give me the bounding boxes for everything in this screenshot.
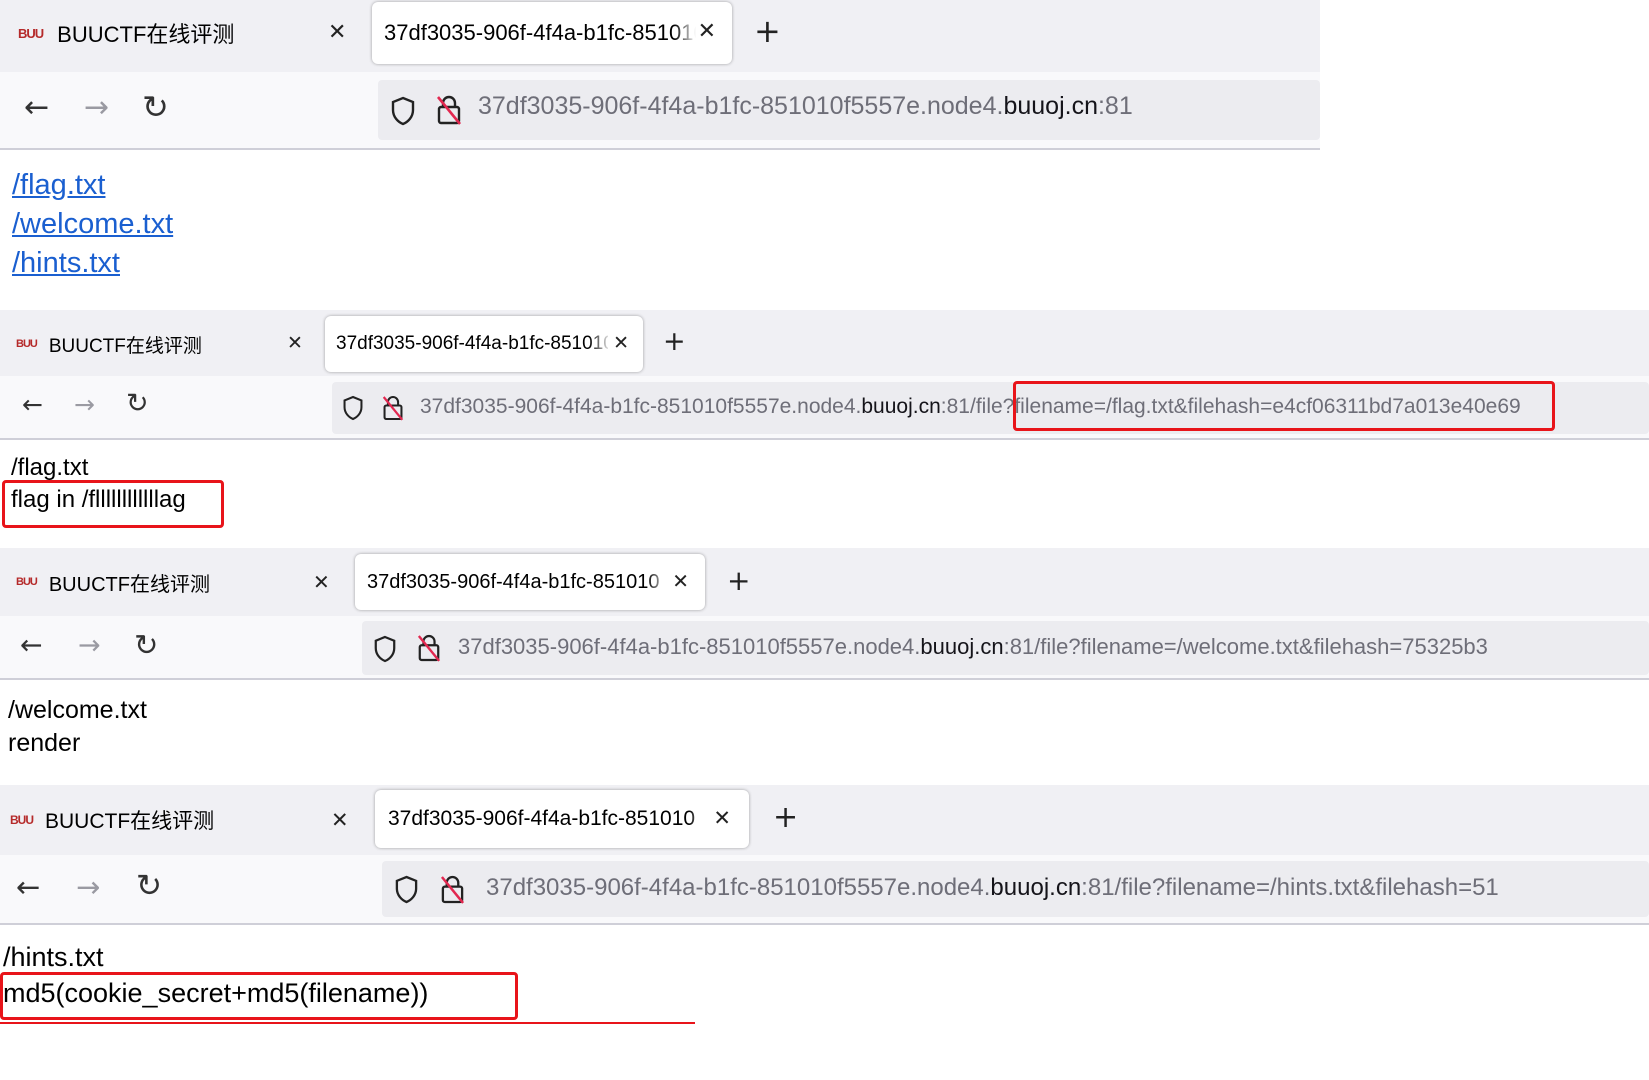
new-tab-button[interactable]: +	[663, 326, 686, 357]
tab-title: 37df3035-906f-4f4a-b1fc-851010	[336, 333, 608, 354]
forward-button[interactable]: →	[84, 90, 109, 125]
insecure-lock-icon[interactable]	[417, 633, 441, 663]
new-tab-button[interactable]: +	[773, 800, 798, 835]
tab-title: 37df3035-906f-4f4a-b1fc-851010	[367, 570, 660, 593]
buuctf-favicon-icon: BUU	[10, 813, 34, 827]
tab-buuctf[interactable]: BUU BUUCTF在线评测	[18, 18, 358, 48]
nav-bar: ← → ↻ 37df3035-906f-4f4a-b1fc-851010f555…	[0, 855, 1649, 925]
back-button[interactable]: ←	[16, 870, 40, 904]
tab-active[interactable]: 37df3035-906f-4f4a-b1fc-851010 ✕	[372, 2, 732, 64]
page-content: /welcome.txt render	[0, 680, 1649, 778]
shield-icon[interactable]	[373, 635, 397, 663]
file-content-text: render	[8, 729, 81, 757]
url-port: :81	[940, 395, 970, 418]
url-domain: buuoj.cn	[990, 874, 1082, 901]
link-welcome-txt[interactable]: /welcome.txt	[12, 205, 173, 244]
close-tab-icon[interactable]: ✕	[672, 569, 689, 593]
highlight-box-content	[0, 972, 518, 1020]
shield-icon[interactable]	[342, 395, 364, 421]
tab-bar: BUU BUUCTF在线评测 ✕ 37df3035-906f-4f4a-b1fc…	[0, 310, 1649, 376]
new-tab-button[interactable]: +	[754, 12, 781, 50]
browser-panel-4: BUU BUUCTF在线评测 ✕ 37df3035-906f-4f4a-b1fc…	[0, 785, 1649, 1080]
shield-icon[interactable]	[390, 96, 416, 126]
nav-bar: ← → ↻ 37df3035-906f-4f4a-b1fc-851010f555…	[0, 376, 1649, 440]
tab-active[interactable]: 37df3035-906f-4f4a-b1fc-851010 ✕	[375, 790, 749, 848]
url-port: :81	[1081, 874, 1115, 901]
url-subdomain: 37df3035-906f-4f4a-b1fc-851010f5557e.nod…	[486, 874, 991, 901]
close-tab-icon[interactable]: ✕	[698, 19, 716, 44]
close-tab-icon[interactable]: ✕	[331, 808, 349, 832]
tab-bar: BUU BUUCTF在线评测 ✕ 37df3035-906f-4f4a-b1fc…	[0, 548, 1649, 616]
tab-title: 37df3035-906f-4f4a-b1fc-851010	[384, 20, 696, 45]
url-text: 37df3035-906f-4f4a-b1fc-851010f5557e.nod…	[458, 634, 1488, 660]
close-tab-icon[interactable]: ✕	[287, 332, 303, 354]
insecure-lock-icon[interactable]	[436, 94, 462, 126]
highlight-box-url-query	[1013, 381, 1555, 431]
reload-button[interactable]: ↻	[134, 628, 158, 662]
tab-title: BUUCTF在线评测	[48, 335, 202, 357]
back-button[interactable]: ←	[20, 630, 43, 661]
tab-title: BUUCTF在线评测	[48, 573, 210, 596]
tab-title: 37df3035-906f-4f4a-b1fc-851010	[388, 807, 696, 830]
url-path: /file?filename=/welcome.txt&filehash=753…	[1034, 634, 1488, 659]
new-tab-button[interactable]: +	[727, 564, 750, 597]
browser-panel-2: BUU BUUCTF在线评测 ✕ 37df3035-906f-4f4a-b1fc…	[0, 310, 1649, 540]
nav-bar: ← → ↻ 37df3035-906f-4f4a-b1fc-851010f555…	[0, 616, 1649, 680]
url-bar[interactable]: 37df3035-906f-4f4a-b1fc-851010f5557e.nod…	[378, 80, 1320, 140]
tab-title: BUUCTF在线评测	[45, 810, 215, 833]
page-content: /hints.txt md5(cookie_secret+md5(filenam…	[0, 925, 1649, 1080]
close-tab-icon[interactable]: ✕	[713, 806, 731, 830]
page-content: /flag.txt /welcome.txt /hints.txt	[0, 150, 1320, 300]
tab-active[interactable]: 37df3035-906f-4f4a-b1fc-851010 ✕	[355, 554, 705, 610]
url-domain: buuoj.cn	[920, 634, 1004, 659]
url-text: 37df3035-906f-4f4a-b1fc-851010f5557e.nod…	[478, 92, 1133, 121]
forward-button[interactable]: →	[74, 390, 95, 419]
url-port: :81	[1097, 92, 1133, 120]
close-tab-icon[interactable]: ✕	[313, 570, 330, 594]
file-name-text: /welcome.txt	[8, 696, 147, 724]
close-tab-icon[interactable]: ✕	[613, 332, 629, 354]
insecure-lock-icon[interactable]	[440, 874, 465, 905]
forward-button[interactable]: →	[76, 870, 100, 904]
url-subdomain: 37df3035-906f-4f4a-b1fc-851010f5557e.nod…	[420, 395, 862, 418]
link-hints-txt[interactable]: /hints.txt	[12, 244, 173, 283]
insecure-lock-icon[interactable]	[382, 394, 404, 422]
browser-panel-3: BUU BUUCTF在线评测 ✕ 37df3035-906f-4f4a-b1fc…	[0, 548, 1649, 778]
reload-button[interactable]: ↻	[126, 388, 149, 419]
url-subdomain: 37df3035-906f-4f4a-b1fc-851010f5557e.nod…	[478, 92, 1004, 120]
url-bar[interactable]: 37df3035-906f-4f4a-b1fc-851010f5557e.nod…	[362, 621, 1649, 675]
back-button[interactable]: ←	[22, 390, 43, 419]
url-path: /file?filename=/hints.txt&filehash=51	[1114, 874, 1499, 901]
shield-icon[interactable]	[394, 875, 419, 904]
buuctf-favicon-icon: BUU	[16, 338, 38, 350]
forward-button[interactable]: →	[78, 630, 101, 661]
buuctf-favicon-icon: BUU	[18, 25, 44, 41]
nav-bar: ← → ↻ 37df3035-906f-4f4a-b1fc-851010f555…	[0, 72, 1320, 150]
url-bar[interactable]: 37df3035-906f-4f4a-b1fc-851010f5557e.nod…	[382, 861, 1649, 917]
tab-buuctf[interactable]: BUU BUUCTF在线评测	[16, 568, 326, 596]
close-tab-icon[interactable]: ✕	[328, 20, 346, 45]
url-port: :81	[1003, 634, 1035, 659]
tab-buuctf[interactable]: BUU BUUCTF在线评测	[10, 806, 340, 834]
highlight-box-content	[2, 480, 224, 528]
reload-button[interactable]: ↻	[136, 868, 162, 904]
browser-panel-1: BUU BUUCTF在线评测 ✕ 37df3035-906f-4f4a-b1fc…	[0, 0, 1320, 300]
url-text: 37df3035-906f-4f4a-b1fc-851010f5557e.nod…	[486, 874, 1499, 902]
underline-divider	[0, 1022, 695, 1024]
tab-bar: BUU BUUCTF在线评测 ✕ 37df3035-906f-4f4a-b1fc…	[0, 785, 1649, 855]
tab-bar: BUU BUUCTF在线评测 ✕ 37df3035-906f-4f4a-b1fc…	[0, 0, 1320, 72]
tab-active[interactable]: 37df3035-906f-4f4a-b1fc-851010 ✕	[325, 316, 643, 372]
page-content: /flag.txt flag in /fllllllllllllag	[0, 440, 1649, 540]
tab-title: BUUCTF在线评测	[57, 22, 235, 47]
back-button[interactable]: ←	[24, 90, 49, 125]
buuctf-favicon-icon: BUU	[16, 576, 38, 588]
file-name-text: /hints.txt	[3, 942, 104, 972]
url-domain: buuoj.cn	[861, 395, 941, 418]
tab-buuctf[interactable]: BUU BUUCTF在线评测	[16, 330, 306, 358]
url-domain: buuoj.cn	[1003, 92, 1098, 120]
link-flag-txt[interactable]: /flag.txt	[12, 166, 173, 205]
url-subdomain: 37df3035-906f-4f4a-b1fc-851010f5557e.nod…	[458, 634, 921, 659]
reload-button[interactable]: ↻	[142, 88, 169, 126]
